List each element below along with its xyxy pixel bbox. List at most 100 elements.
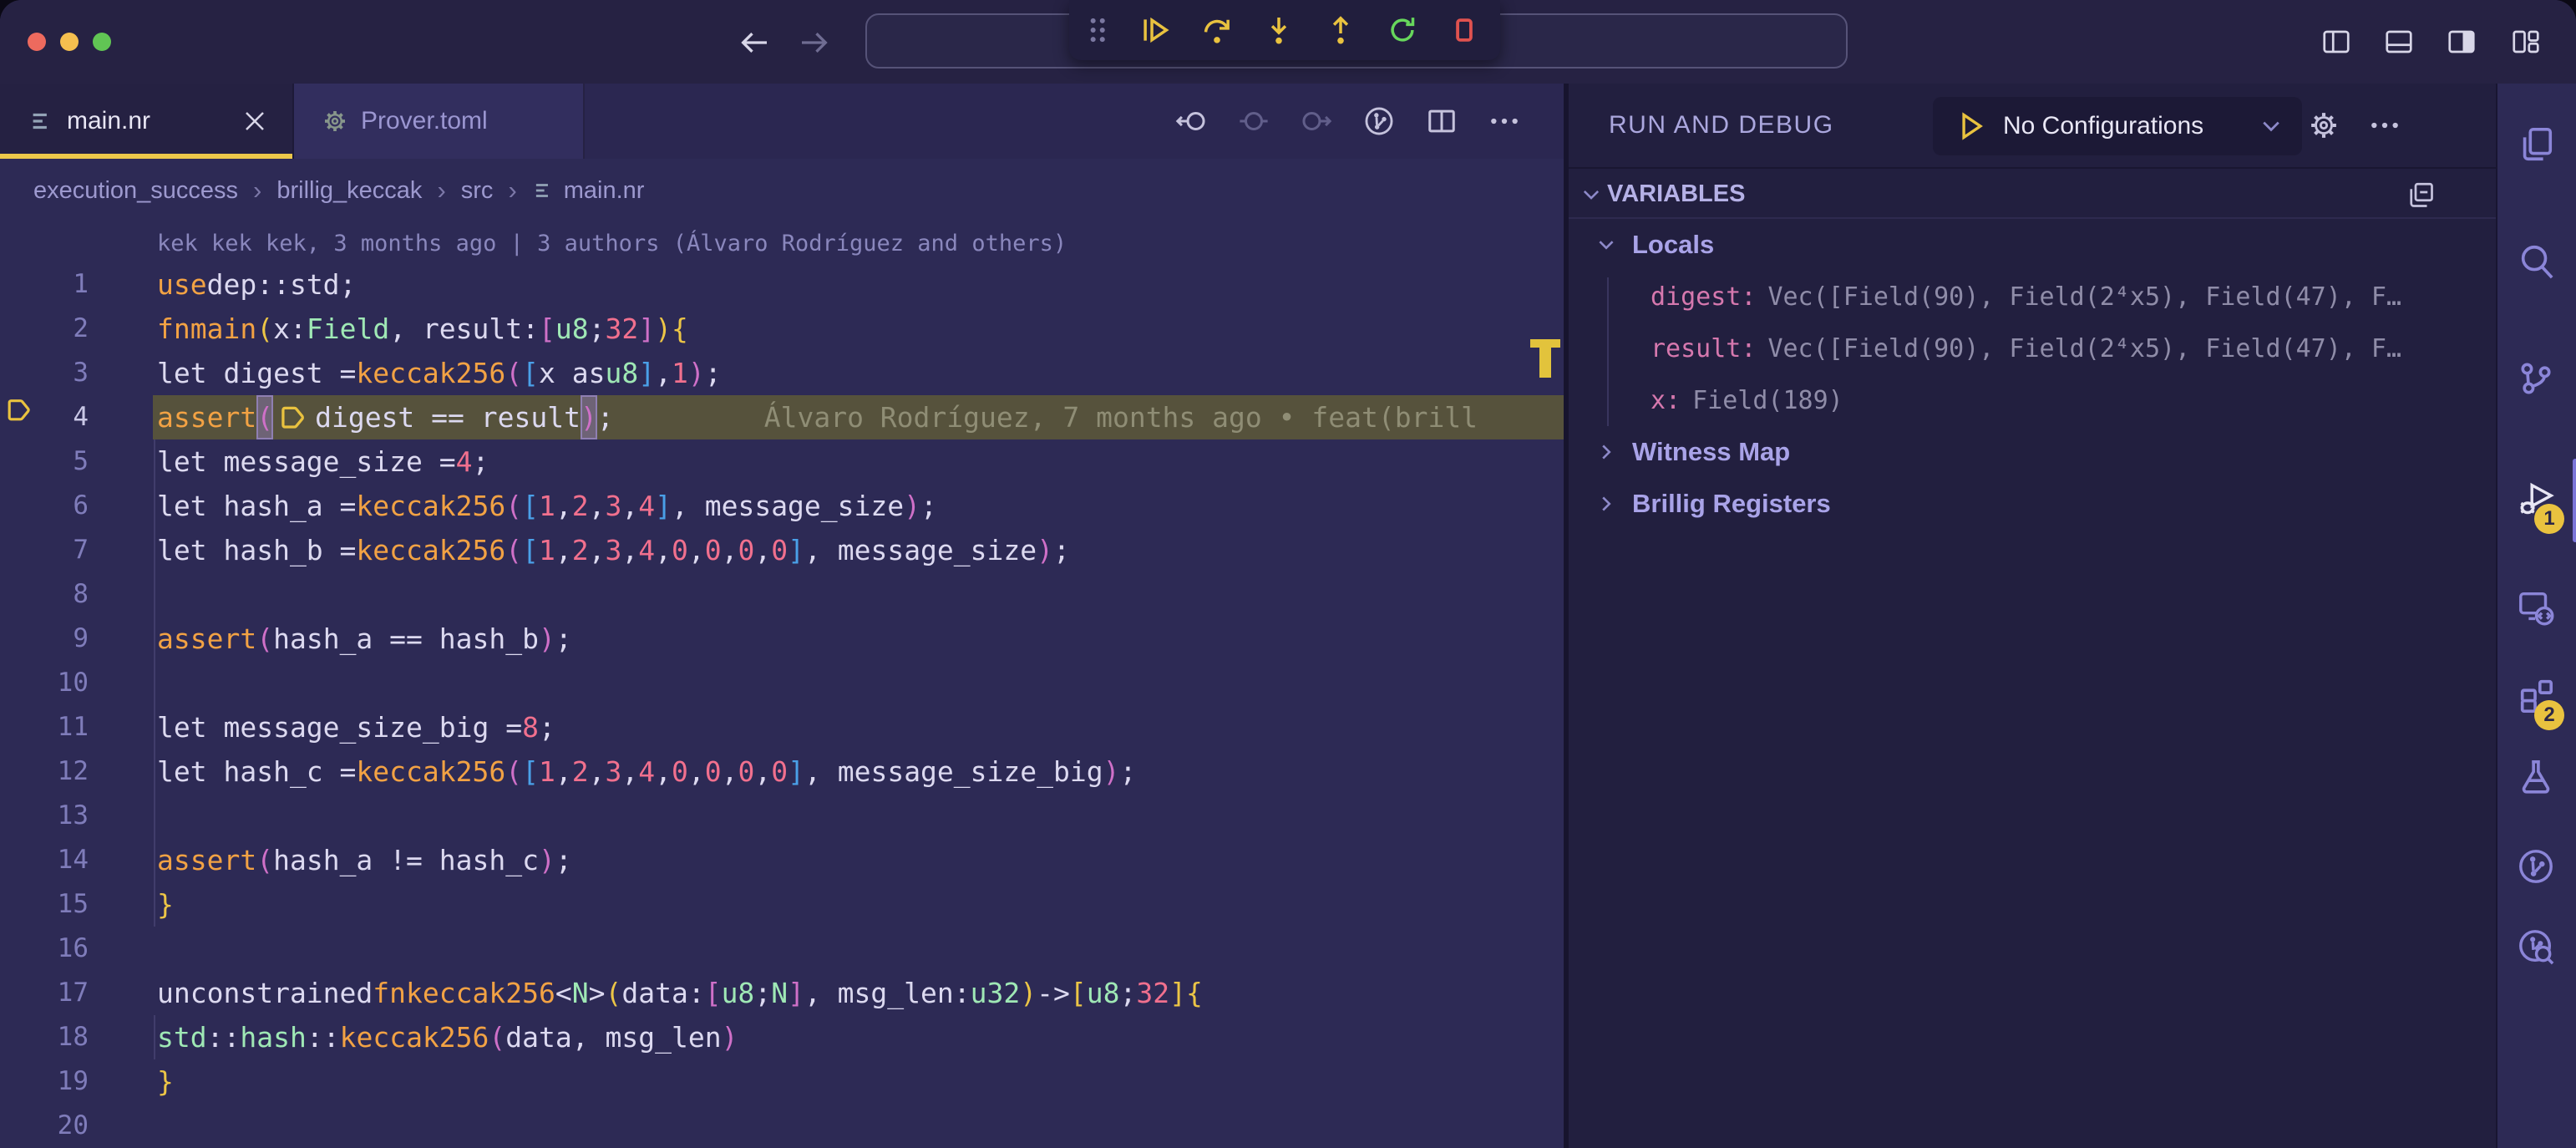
chevron-down-icon[interactable] [1595, 234, 1617, 256]
code-line-text[interactable]: assert(hash_a != hash_c); [157, 838, 572, 882]
code-line-text[interactable]: let hash_b = keccak256([1, 2, 3, 4, 0, 0… [157, 528, 1070, 572]
toolbar-drag-grip-icon[interactable] [1088, 14, 1109, 46]
debug-settings-gear-icon[interactable] [2308, 109, 2340, 141]
code-line-text[interactable]: use dep::std; [157, 262, 356, 307]
previous-change-icon[interactable] [1175, 105, 1207, 137]
scope-witness-map[interactable]: Witness Map [1569, 426, 2496, 478]
activity-search-icon[interactable] [2517, 242, 2555, 281]
scope-brillig-registers[interactable]: Brillig Registers [1569, 478, 2496, 530]
line-number[interactable]: 19 [0, 1059, 89, 1104]
line-number[interactable]: 18 [0, 1015, 89, 1059]
line-number[interactable]: 9 [0, 617, 89, 661]
go-forward-button[interactable] [798, 26, 831, 59]
chevron-down-icon [1580, 183, 1603, 206]
variable-row[interactable]: result:Vec([Field(90), Field(2⁴x5), Fiel… [1569, 323, 2496, 374]
chevron-right-icon[interactable] [1595, 441, 1617, 463]
variable-name: digest: [1651, 282, 1756, 312]
variable-row[interactable]: x:Field(189) [1569, 374, 2496, 426]
toggle-panel-icon[interactable] [2384, 27, 2414, 57]
code-line-text[interactable]: let message_size = 4; [157, 439, 489, 484]
variable-row[interactable]: digest: Vec([Field(90), Field(2⁴x5), Fiel… [1569, 271, 2496, 323]
start-debug-icon[interactable] [1960, 112, 1985, 140]
tab-bar: main.nr Prover.toml [0, 84, 1564, 159]
zoom-window-button[interactable] [93, 33, 111, 51]
line-number[interactable]: 10 [0, 661, 89, 705]
debug-continue-button[interactable] [1139, 14, 1171, 46]
panel-more-actions-icon[interactable] [2369, 109, 2401, 141]
variables-section-header[interactable]: VARIABLES [1569, 167, 2496, 219]
code-line: 6 let hash_a = keccak256([1, 2, 3, 4], m… [0, 484, 1564, 528]
code-line-text[interactable]: let hash_a = keccak256([1, 2, 3, 4], mes… [157, 484, 937, 528]
toggle-primary-sidebar-icon[interactable] [2321, 27, 2351, 57]
debug-step-over-button[interactable] [1201, 14, 1233, 46]
code-line-text[interactable]: let message_size_big = 8; [157, 705, 555, 749]
git-blame-header: kek kek kek, 3 months ago | 3 authors (Á… [157, 231, 1067, 257]
line-number[interactable]: 17 [0, 971, 89, 1015]
overview-ruler-marker[interactable] [1530, 339, 1560, 348]
scope-locals[interactable]: Locals [1569, 219, 2496, 271]
debug-step-out-button[interactable] [1325, 14, 1356, 46]
debug-step-into-button[interactable] [1263, 14, 1295, 46]
activity-remote-explorer-icon[interactable] [2517, 588, 2555, 627]
tab-main-nr[interactable]: main.nr [0, 84, 294, 159]
code-editor[interactable]: kek kek kek, 3 months ago | 3 authors (Á… [0, 222, 1564, 1148]
changes-icon[interactable] [1238, 105, 1270, 137]
line-number[interactable]: 16 [0, 927, 89, 971]
line-number[interactable]: 8 [0, 572, 89, 617]
breadcrumb-item-file[interactable]: main.nr [532, 177, 645, 205]
activity-explorer-icon[interactable] [2517, 125, 2555, 164]
timeline-icon[interactable] [1363, 105, 1395, 137]
go-back-button[interactable] [738, 26, 771, 59]
debug-current-frame-icon[interactable] [7, 396, 33, 424]
activity-testing-icon[interactable] [2517, 758, 2555, 796]
split-editor-icon[interactable] [1426, 105, 1458, 137]
line-number[interactable]: 7 [0, 528, 89, 572]
line-number[interactable]: 12 [0, 749, 89, 794]
code-line-text[interactable]: assert(hash_a == hash_b); [157, 617, 572, 661]
tab-prover-toml[interactable]: Prover.toml [294, 84, 585, 159]
code-line-text[interactable]: fn main(x: Field, result: [u8; 32]) { [157, 307, 688, 351]
minimize-window-button[interactable] [60, 33, 79, 51]
code-line-text[interactable]: std::hash::keccak256(data, msg_len) [157, 1015, 738, 1059]
close-window-button[interactable] [28, 33, 46, 51]
debug-configuration-dropdown[interactable]: No Configurations [1933, 97, 2302, 155]
inline-git-blame: Álvaro Rodríguez, 7 months ago • feat(br… [764, 395, 1478, 439]
gear-icon [322, 109, 347, 134]
activity-source-control-icon[interactable] [2517, 359, 2555, 398]
line-number[interactable]: 1 [0, 262, 89, 307]
line-number[interactable]: 5 [0, 439, 89, 484]
breadcrumb-item[interactable]: src [461, 177, 494, 205]
activity-dependency-graph-icon[interactable] [2517, 847, 2555, 886]
code-line-text[interactable]: let hash_c = keccak256([1, 2, 3, 4, 0, 0… [157, 749, 1136, 794]
code-line-text[interactable]: } [157, 882, 174, 927]
variable-name: x: [1651, 386, 1681, 415]
line-number[interactable]: 14 [0, 838, 89, 882]
code-line-text[interactable]: } [157, 1059, 174, 1104]
line-number[interactable]: 15 [0, 882, 89, 927]
panel-header: RUN AND DEBUG No Configurations [1569, 84, 2496, 167]
close-tab-icon[interactable] [242, 109, 267, 134]
code-line-text[interactable]: let digest = keccak256([x as u8], 1); [157, 351, 722, 395]
code-line-text[interactable]: assert(digest == result);Álvaro Rodrígue… [157, 395, 1478, 439]
line-number[interactable]: 13 [0, 794, 89, 838]
next-change-icon[interactable] [1301, 105, 1332, 137]
toggle-secondary-sidebar-icon[interactable] [2447, 27, 2477, 57]
line-number[interactable]: 2 [0, 307, 89, 351]
overview-ruler-marker[interactable] [1539, 348, 1551, 378]
debug-stop-button[interactable] [1448, 14, 1480, 46]
chevron-right-icon[interactable] [1595, 493, 1617, 515]
customize-layout-icon[interactable] [2511, 27, 2541, 57]
chevron-down-icon [2259, 114, 2284, 139]
line-number[interactable]: 20 [0, 1104, 89, 1148]
collapse-all-icon[interactable] [2406, 180, 2436, 210]
breadcrumb-item[interactable]: execution_success [33, 177, 238, 205]
code-line-text[interactable]: unconstrained fn keccak256<N>(data: [u8;… [157, 971, 1203, 1015]
line-number[interactable]: 11 [0, 705, 89, 749]
more-actions-icon[interactable] [1488, 105, 1520, 137]
activity-graph-search-icon[interactable] [2517, 927, 2555, 966]
line-number[interactable]: 3 [0, 351, 89, 395]
variable-value: Vec([Field(90), Field(2⁴x5), Field(47), … [1767, 282, 2401, 312]
debug-restart-button[interactable] [1387, 14, 1418, 46]
line-number[interactable]: 6 [0, 484, 89, 528]
breadcrumb-item[interactable]: brillig_keccak [276, 177, 422, 205]
